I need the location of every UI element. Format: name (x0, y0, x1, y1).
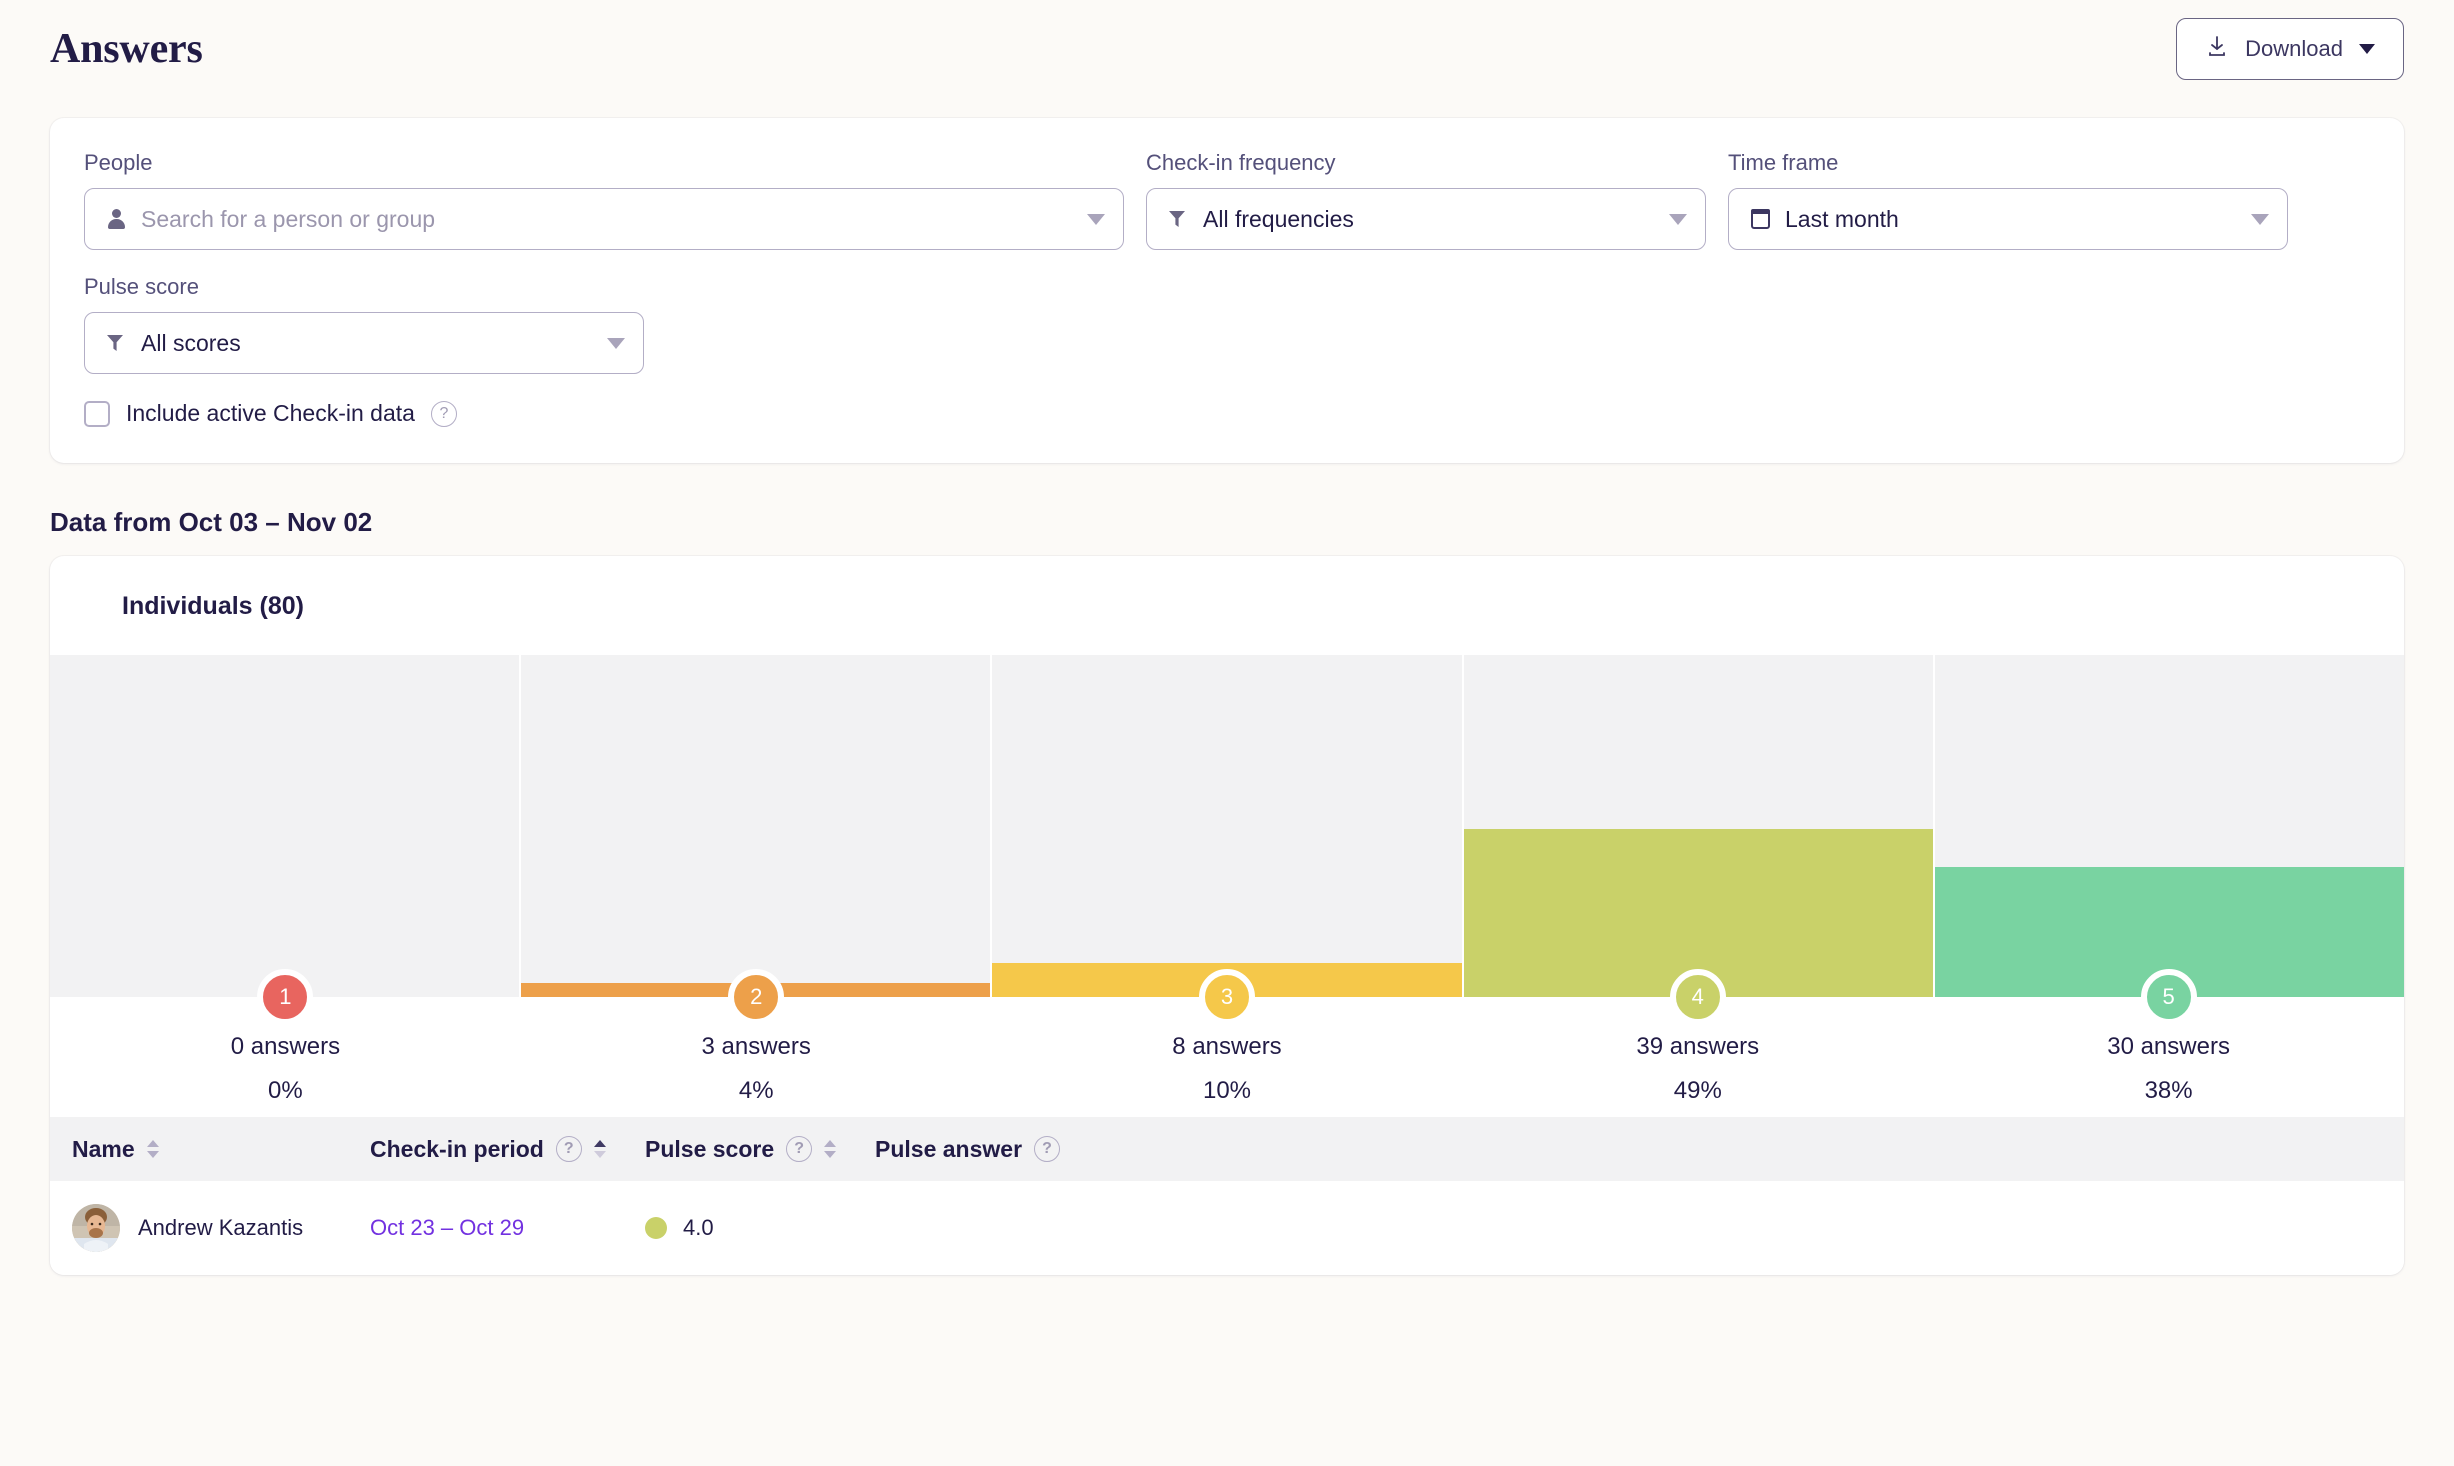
include-active-checkin-checkbox[interactable] (84, 400, 110, 427)
help-circle-icon[interactable]: ? (430, 400, 457, 427)
frequency-select-value: All frequencies (1203, 205, 1354, 232)
chart-legend-item-2: 2 3 answers 4% (521, 969, 992, 1117)
column-header-pulse-score[interactable]: Pulse score ? (645, 1136, 875, 1163)
chart-column-5[interactable] (1932, 655, 2404, 997)
help-circle-icon[interactable]: ? (786, 1136, 813, 1162)
chart-answers-2: 3 answers (701, 1033, 811, 1060)
chevron-down-icon[interactable] (1087, 213, 1105, 225)
table-row[interactable]: Andrew Kazantis Oct 23 – Oct 29 4.0 (50, 1181, 2404, 1275)
column-header-pulse-answer: Pulse answer ? (875, 1136, 2404, 1163)
help-circle-icon[interactable]: ? (1034, 1136, 1061, 1162)
chart-answers-5: 30 answers (2107, 1033, 2230, 1060)
filter-funnel-icon (107, 335, 141, 351)
column-header-checkin-period[interactable]: Check-in period ? (370, 1136, 645, 1163)
help-circle-icon[interactable]: ? (555, 1136, 582, 1162)
pulse-score-select[interactable]: All scores (84, 312, 644, 374)
include-active-checkin-row: Include active Check-in data ? (84, 400, 2370, 427)
cell-name: Andrew Kazantis (72, 1204, 370, 1252)
filter-people: People Search for a person or group (84, 150, 1124, 250)
chart-column-3[interactable] (990, 655, 1462, 997)
chart-legend-item-5: 5 30 answers 38% (1933, 969, 2404, 1117)
chart-percent-5: 38% (2144, 1077, 2193, 1104)
column-header-name[interactable]: Name (72, 1136, 370, 1163)
pulse-score-value: 4.0 (683, 1215, 714, 1240)
chart-percent-3: 10% (1202, 1077, 1252, 1104)
chart-legend: 1 0 answers 0% 2 3 answers 4% 3 8 answer… (50, 969, 2404, 1117)
pulse-score-dot (645, 1217, 667, 1239)
include-active-checkin-label: Include active Check-in data (126, 400, 415, 426)
pulse-score-select-value: All scores (141, 329, 241, 356)
download-button-label: Download (2245, 36, 2343, 61)
cell-pulse-score: 4.0 (645, 1215, 875, 1241)
download-icon (2205, 34, 2229, 64)
score-badge-4: 4 (1669, 969, 1726, 1025)
score-badge-1: 1 (257, 969, 314, 1025)
timeframe-select[interactable]: Last month (1728, 188, 2288, 250)
chart-percent-4: 49% (1673, 1077, 1722, 1104)
column-header-pulse-score-label: Pulse score (645, 1135, 775, 1162)
data-range-heading: Data from Oct 03 – Nov 02 (50, 507, 373, 537)
sort-icon-pulse-score[interactable] (824, 1140, 837, 1158)
column-header-pulse-answer-label: Pulse answer (875, 1135, 1023, 1162)
chevron-down-icon (2359, 44, 2375, 54)
pulse-score-distribution-chart (50, 655, 2404, 997)
sort-icon-checkin-period[interactable] (593, 1140, 606, 1158)
filter-timeframe-label: Time frame (1728, 150, 1839, 175)
chart-legend-item-3: 3 8 answers 10% (992, 969, 1463, 1117)
people-search-input[interactable]: Search for a person or group (84, 188, 1124, 250)
answers-table-header: Name Check-in period ? Pulse score ? Pul… (50, 1117, 2404, 1181)
calendar-icon (1751, 209, 1785, 229)
person-icon (107, 209, 141, 229)
chart-column-2[interactable] (519, 655, 991, 997)
page-title: Answers (50, 26, 203, 72)
chart-legend-item-1: 1 0 answers 0% (50, 969, 521, 1117)
chevron-down-icon[interactable] (2251, 213, 2269, 225)
chart-legend-item-4: 4 39 answers 49% (1462, 969, 1933, 1117)
score-badge-5: 5 (2140, 969, 2197, 1025)
column-header-name-label: Name (72, 1135, 135, 1162)
chart-answers-4: 39 answers (1636, 1033, 1760, 1060)
individuals-panel: Individuals (80) 1 0 answers 0% 2 3 answ… (50, 556, 2404, 1275)
filter-people-label: People (84, 150, 153, 175)
checkin-period-link[interactable]: Oct 23 – Oct 29 (370, 1215, 524, 1241)
timeframe-select-value: Last month (1785, 205, 1899, 232)
individuals-title: Individuals (80) (122, 592, 304, 620)
chart-percent-1: 0% (268, 1077, 303, 1104)
filter-timeframe: Time frame Last month (1728, 150, 2288, 250)
score-badge-3: 3 (1198, 969, 1255, 1025)
filters-panel: People Search for a person or group Chec… (50, 118, 2404, 463)
filter-pulse-score: Pulse score All scores (84, 274, 644, 374)
chart-column-1[interactable] (50, 655, 520, 997)
avatar (72, 1204, 120, 1252)
chart-percent-2: 4% (738, 1077, 774, 1104)
page-header: Answers Download (0, 0, 2454, 98)
filter-frequency-label: Check-in frequency (1146, 150, 1336, 175)
filters-row-2: Pulse score All scores (84, 250, 2370, 374)
chevron-down-icon[interactable] (1669, 213, 1687, 225)
chart-answers-3: 8 answers (1172, 1033, 1282, 1060)
cell-checkin-period: Oct 23 – Oct 29 (370, 1215, 645, 1241)
filters-row-1: People Search for a person or group Chec… (84, 150, 2370, 250)
chart-answers-1: 0 answers (230, 1033, 341, 1060)
filter-funnel-icon (1169, 211, 1203, 227)
filter-frequency: Check-in frequency All frequencies (1146, 150, 1706, 250)
frequency-select[interactable]: All frequencies (1146, 188, 1706, 250)
filter-pulse-score-label: Pulse score (84, 274, 199, 299)
sort-icon-name[interactable] (146, 1140, 159, 1158)
column-header-checkin-period-label: Check-in period (370, 1135, 544, 1162)
chevron-down-icon[interactable] (607, 337, 625, 349)
score-badge-2: 2 (728, 969, 785, 1025)
people-search-placeholder: Search for a person or group (141, 205, 436, 232)
row-name: Andrew Kazantis (138, 1215, 304, 1240)
chart-column-4[interactable] (1461, 655, 1933, 997)
download-button[interactable]: Download (2176, 18, 2404, 80)
